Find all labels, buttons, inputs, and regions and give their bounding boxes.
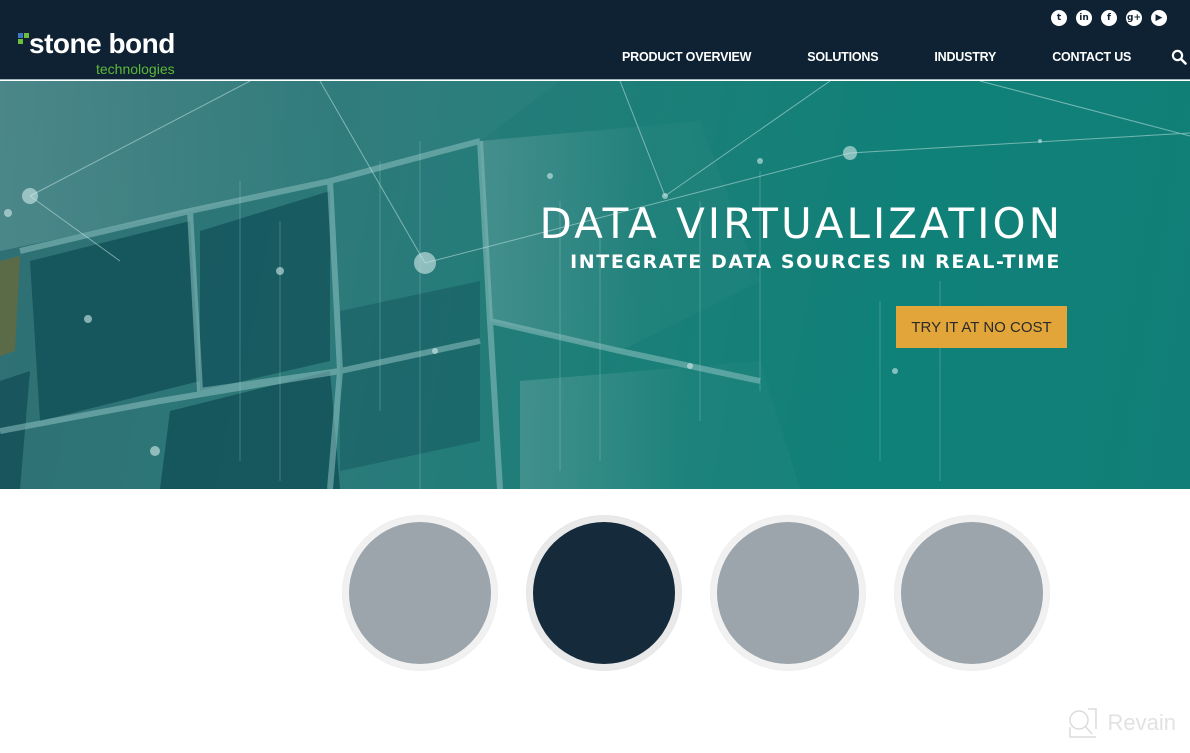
nav-solutions[interactable]: SOLUTIONS bbox=[807, 50, 878, 64]
carousel-dot-3[interactable] bbox=[710, 515, 866, 671]
logo-subtext: technologies bbox=[96, 61, 175, 77]
carousel-dot-fill bbox=[533, 522, 675, 664]
facebook-icon[interactable]: f bbox=[1101, 10, 1117, 26]
site-header: stone bond technologies t in f g+ ▶ PROD… bbox=[0, 0, 1190, 80]
logo[interactable]: stone bond technologies bbox=[18, 28, 188, 78]
social-links: t in f g+ ▶ bbox=[1051, 10, 1167, 26]
carousel-dot-1[interactable] bbox=[342, 515, 498, 671]
youtube-icon[interactable]: ▶ bbox=[1151, 10, 1167, 26]
carousel-dot-2[interactable] bbox=[526, 515, 682, 671]
hero-background-graphic bbox=[0, 81, 1190, 489]
revain-watermark: Revain bbox=[1066, 707, 1176, 739]
linkedin-icon[interactable]: in bbox=[1076, 10, 1092, 26]
revain-logo-icon bbox=[1066, 707, 1098, 739]
google-plus-icon[interactable]: g+ bbox=[1126, 10, 1142, 26]
carousel-dot-fill bbox=[349, 522, 491, 664]
carousel-dot-fill bbox=[901, 522, 1043, 664]
nav-product-overview[interactable]: PRODUCT OVERVIEW bbox=[622, 50, 751, 64]
logo-text: stone bond bbox=[29, 28, 175, 59]
hero-subtitle: INTEGRATE DATA SOURCES IN REAL-TIME bbox=[570, 251, 1061, 273]
search-icon[interactable] bbox=[1171, 49, 1188, 65]
twitter-icon[interactable]: t bbox=[1051, 10, 1067, 26]
carousel-indicators bbox=[342, 515, 1050, 671]
hero-title: DATA VIRTUALIZATION bbox=[539, 199, 1063, 248]
try-it-at-no-cost-button[interactable]: TRY IT AT NO COST bbox=[896, 306, 1067, 348]
carousel-dot-fill bbox=[717, 522, 859, 664]
revain-watermark-text: Revain bbox=[1107, 710, 1176, 735]
nav-contact-us[interactable]: CONTACT US bbox=[1052, 50, 1131, 64]
carousel-dot-4[interactable] bbox=[894, 515, 1050, 671]
hero-banner: DATA VIRTUALIZATION INTEGRATE DATA SOURC… bbox=[0, 81, 1190, 489]
main-nav: PRODUCT OVERVIEW SOLUTIONS INDUSTRY CONT… bbox=[622, 49, 1188, 65]
nav-industry[interactable]: INDUSTRY bbox=[934, 50, 996, 64]
